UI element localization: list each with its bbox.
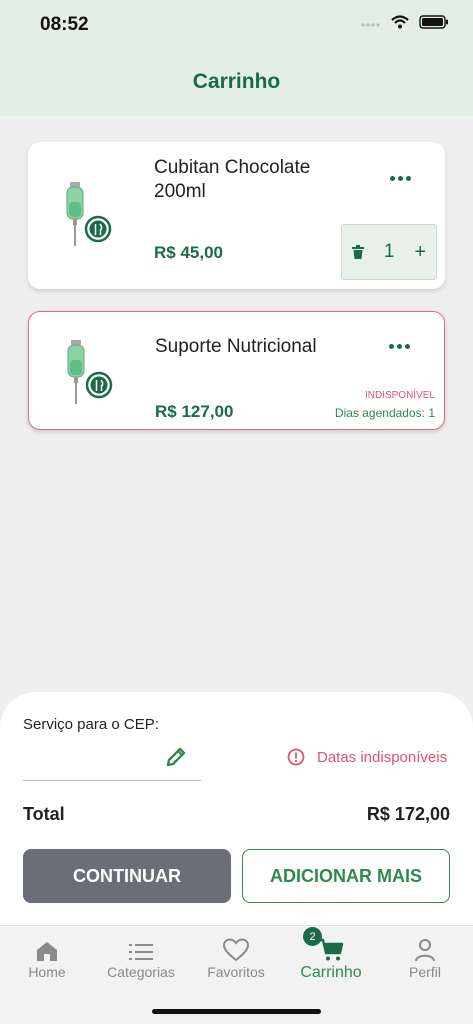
home-icon bbox=[37, 942, 57, 961]
status-icons bbox=[361, 15, 449, 29]
battery-icon bbox=[419, 15, 448, 29]
tab-label: Categorias bbox=[107, 964, 175, 980]
cart-item-1[interactable]: Cubitan Chocolate 200ml R$ 45,00 1 + bbox=[28, 142, 445, 289]
quantity-stepper[interactable]: 1 + bbox=[341, 224, 437, 280]
plus-icon[interactable]: + bbox=[414, 241, 426, 264]
continue-button[interactable]: CONTINUAR bbox=[23, 849, 231, 903]
more-options-icon[interactable] bbox=[390, 176, 411, 181]
tab-favoritos[interactable]: Favoritos bbox=[189, 934, 283, 980]
cart-item-2[interactable]: Suporte Nutricional R$ 127,00 INDISPONÍV… bbox=[28, 311, 445, 430]
more-options-icon[interactable] bbox=[389, 344, 410, 349]
product-price: R$ 127,00 bbox=[155, 402, 234, 421]
tab-label: Home bbox=[28, 964, 66, 980]
home-indicator bbox=[152, 1009, 321, 1014]
cart-summary: Serviço para o CEP: Datas indisponíveis … bbox=[0, 692, 473, 932]
total-value: R$ 172,00 bbox=[366, 804, 450, 824]
unavailable-badge: INDISPONÍVEL bbox=[364, 390, 435, 401]
warning-text: Datas indisponíveis bbox=[317, 748, 448, 766]
tab-home[interactable]: Home bbox=[0, 934, 94, 980]
header: 08:52 Carrinho bbox=[0, 0, 473, 116]
cart-badge: 2 bbox=[303, 927, 322, 946]
product-name: Cubitan Chocolate 200ml bbox=[154, 157, 311, 202]
product-image bbox=[60, 182, 120, 253]
heart-icon bbox=[223, 938, 249, 962]
tab-label: Favoritos bbox=[207, 964, 265, 980]
status-time: 08:52 bbox=[40, 14, 89, 35]
tab-perfil[interactable]: Perfil bbox=[378, 934, 472, 980]
list-icon bbox=[129, 944, 153, 960]
tab-label: Carrinho bbox=[300, 964, 362, 981]
cep-field[interactable] bbox=[23, 744, 201, 781]
product-price: R$ 45,00 bbox=[154, 243, 223, 262]
total-label: Total bbox=[23, 804, 65, 824]
tab-carrinho[interactable]: 2 Carrinho bbox=[284, 927, 378, 982]
wifi-icon bbox=[391, 15, 409, 29]
signal-icon bbox=[361, 23, 380, 27]
tab-categorias[interactable]: Categorias bbox=[94, 934, 188, 980]
tab-label: Perfil bbox=[409, 964, 441, 980]
product-image bbox=[61, 340, 121, 411]
cart-icon bbox=[319, 938, 344, 961]
page-title: Carrinho bbox=[192, 70, 281, 93]
edit-icon[interactable] bbox=[165, 746, 187, 768]
product-name: Suporte Nutricional bbox=[155, 336, 317, 357]
dates-warning: Datas indisponíveis bbox=[287, 748, 447, 766]
add-more-button[interactable]: ADICIONAR MAIS bbox=[242, 849, 450, 903]
user-icon bbox=[415, 939, 435, 962]
cep-label: Serviço para o CEP: bbox=[23, 716, 159, 733]
alert-icon bbox=[287, 748, 305, 766]
trash-icon[interactable] bbox=[351, 245, 364, 259]
quantity-value: 1 bbox=[383, 241, 395, 262]
scheduled-days: Dias agendados: 1 bbox=[334, 406, 435, 420]
